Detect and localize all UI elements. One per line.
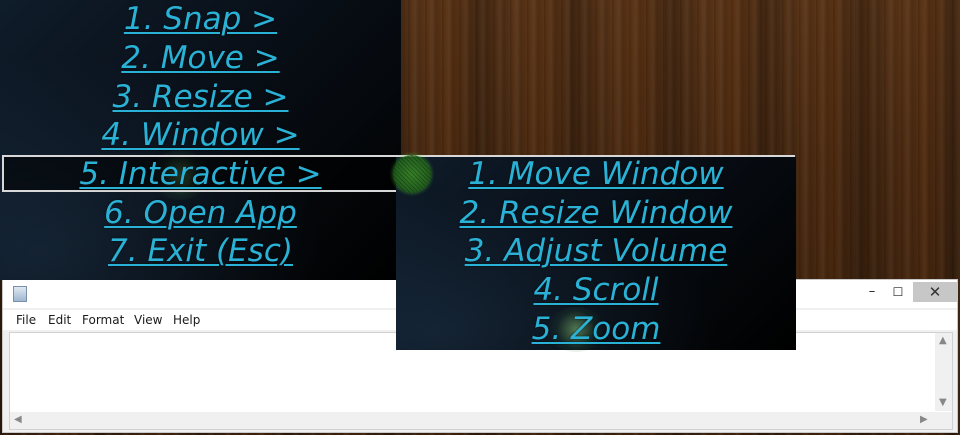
scroll-down-icon[interactable]: ▼ xyxy=(939,397,947,408)
menu-item-exit[interactable]: 7. Exit (Esc) xyxy=(0,232,401,270)
notepad-icon xyxy=(13,286,27,302)
menu-item-open-app[interactable]: 6. Open App xyxy=(0,194,401,232)
submenu-item-resize-window[interactable]: 2. Resize Window xyxy=(396,194,796,232)
submenu-item-move-window[interactable]: 1. Move Window xyxy=(396,155,796,193)
vertical-scrollbar[interactable]: ▲ ▼ xyxy=(935,333,952,411)
submenu-item-scroll[interactable]: 4. Scroll xyxy=(396,271,796,309)
scroll-up-icon[interactable]: ▲ xyxy=(939,335,947,346)
maximize-button[interactable]: ☐ xyxy=(887,282,909,302)
menu-item-snap[interactable]: 1. Snap > xyxy=(0,0,401,38)
gaze-cursor-icon xyxy=(393,155,431,193)
minimize-button[interactable]: – xyxy=(861,282,883,302)
scroll-right-icon[interactable]: ▶ xyxy=(920,414,928,425)
menu-view[interactable]: View xyxy=(134,313,162,327)
menu-item-interactive[interactable]: 5. Interactive > xyxy=(0,155,401,193)
menu-edit[interactable]: Edit xyxy=(48,313,71,327)
submenu-list: 1. Move Window 2. Resize Window 3. Adjus… xyxy=(396,155,796,350)
menu-item-window[interactable]: 4. Window > xyxy=(0,116,401,154)
close-button[interactable]: ✕ xyxy=(913,282,957,302)
submenu-item-zoom[interactable]: 5. Zoom xyxy=(396,310,796,348)
horizontal-scrollbar[interactable]: ◀ ▶ xyxy=(10,412,936,429)
menu-item-move[interactable]: 2. Move > xyxy=(0,39,401,77)
menu-file[interactable]: File xyxy=(16,313,36,327)
scroll-left-icon[interactable]: ◀ xyxy=(14,414,22,425)
menu-format[interactable]: Format xyxy=(82,313,124,327)
menu-help[interactable]: Help xyxy=(173,313,200,327)
main-menu-list: 1. Snap > 2. Move > 3. Resize > 4. Windo… xyxy=(0,0,401,280)
menu-item-resize[interactable]: 3. Resize > xyxy=(0,78,401,116)
submenu-item-adjust-volume[interactable]: 3. Adjust Volume xyxy=(396,232,796,270)
scrollbar-corner xyxy=(935,412,952,429)
